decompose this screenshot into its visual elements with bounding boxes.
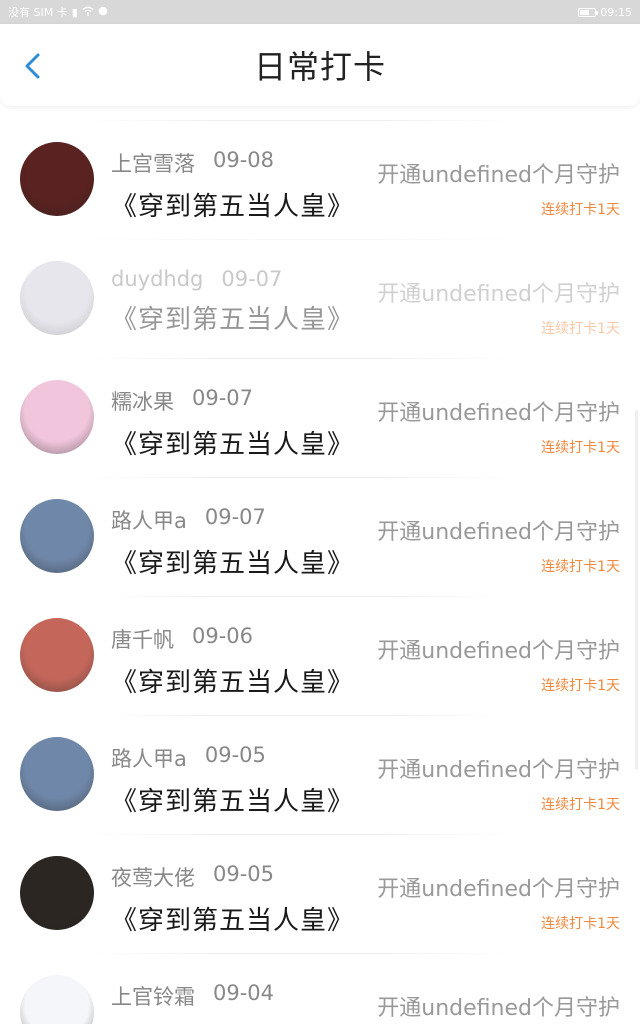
record-info: 上宫雪落 09-08 《穿到第五当人皇》 xyxy=(111,142,377,223)
checkin-row[interactable]: 路人甲a 09-07 《穿到第五当人皇》 开通undefined个月守护连续打卡1天 xyxy=(0,477,640,596)
checkin-row[interactable]: 糯冰果 09-07 《穿到第五当人皇》 开通undefined个月守护连续打卡1天 xyxy=(0,358,640,477)
checkin-row[interactable]: 路人甲a 09-05 《穿到第五当人皇》 开通undefined个月守护连续打卡1天 xyxy=(0,715,640,834)
record-status: 开通undefined个月守护连续打卡1天 xyxy=(377,975,620,1024)
book-title[interactable]: 《穿到第五当人皇》 xyxy=(111,900,377,937)
status-left: 没有 SIM 卡 ▮ xyxy=(8,4,108,20)
record-status: 开通undefined个月守护连续打卡1天 xyxy=(377,380,620,457)
carrier-text: 没有 SIM 卡 xyxy=(8,6,68,19)
checkin-date: 09-06 xyxy=(192,624,254,648)
scrollbar[interactable] xyxy=(635,410,638,770)
user-name[interactable]: 路人甲a xyxy=(111,743,187,773)
checkin-row[interactable]: 夜莺大佬 09-05 《穿到第五当人皇》 开通undefined个月守护连续打卡1天 xyxy=(0,834,640,953)
header-bar: 日常打卡 xyxy=(0,24,640,106)
battery-icon xyxy=(578,7,599,17)
record-meta: 上宫雪落 09-08 xyxy=(111,148,377,178)
network-icon xyxy=(98,6,108,19)
guard-text: 开通undefined个月守护 xyxy=(377,282,620,307)
user-name[interactable]: 上官铃霜 xyxy=(111,981,195,1011)
record-status: 开通undefined个月守护连续打卡1天 xyxy=(377,856,620,933)
guard-text: 开通undefined个月守护 xyxy=(377,163,620,188)
record-info: 路人甲a 09-05 《穿到第五当人皇》 xyxy=(111,737,377,818)
book-title[interactable]: 《穿到第五当人皇》 xyxy=(111,781,377,818)
streak-badge: 连续打卡1天 xyxy=(541,440,620,456)
record-meta: 路人甲a 09-05 xyxy=(111,743,377,773)
streak-badge: 连续打卡1天 xyxy=(541,559,620,575)
avatar[interactable] xyxy=(20,380,94,454)
checkin-list: 上宫雪落 09-08 《穿到第五当人皇》 开通undefined个月守护 连续打卡1天 d… xyxy=(0,106,640,1024)
status-bar: 没有 SIM 卡 ▮ 09:15 xyxy=(0,0,640,24)
record-info: 上官铃霜 09-04 《穿到第五当人皇》 xyxy=(111,975,377,1024)
user-name[interactable]: 路人甲a xyxy=(111,505,187,535)
page-title: 日常打卡 xyxy=(253,48,386,86)
record-meta: duydhdg 09-07 xyxy=(111,267,377,291)
checkin-date: 09-07 xyxy=(204,505,266,529)
record-info: 糯冰果 09-07 《穿到第五当人皇》 xyxy=(111,380,377,461)
checkin-date: 09-07 xyxy=(192,386,254,410)
guard-text: 开通undefined个月守护 xyxy=(377,758,620,783)
record-status: 开通undefined个月守护连续打卡1天 xyxy=(377,142,620,219)
streak-badge: 连续打卡1天 xyxy=(541,321,620,337)
streak-badge: 连续打卡1天 xyxy=(541,916,620,932)
chevron-left-icon xyxy=(25,53,40,79)
guard-text: 开通undefined个月守护 xyxy=(377,996,620,1021)
book-title[interactable]: 《穿到第五当人皇》 xyxy=(111,543,377,580)
clock-text: 09:15 xyxy=(600,5,632,19)
guard-text: 开通undefined个月守护 xyxy=(377,520,620,545)
wifi-icon xyxy=(82,6,94,19)
book-title[interactable]: 《穿到第五当人皇》 xyxy=(111,186,377,223)
streak-badge: 连续打卡1天 xyxy=(541,202,620,218)
book-title[interactable]: 《穿到第五当人皇》 xyxy=(111,662,377,699)
record-meta: 夜莺大佬 09-05 xyxy=(111,862,377,892)
checkin-row[interactable]: duydhdg 09-07 《穿到第五当人皇》 开通undefined个月守护连续打卡… xyxy=(0,239,640,358)
guard-text: 开通undefined个月守护 xyxy=(377,877,620,902)
record-meta: 唐千帆 09-06 xyxy=(111,624,377,654)
streak-badge: 连续打卡1天 xyxy=(541,678,620,694)
user-name[interactable]: 上宫雪落 xyxy=(111,148,195,178)
record-status: 开通undefined个月守护连续打卡1天 xyxy=(377,261,620,338)
record-info: 路人甲a 09-07 《穿到第五当人皇》 xyxy=(111,499,377,580)
checkin-date: 09-07 xyxy=(221,267,283,291)
streak-badge: 连续打卡1天 xyxy=(541,797,620,813)
checkin-row[interactable]: 上宫雪落 09-08 《穿到第五当人皇》 开通undefined个月守护连续打卡1天 xyxy=(0,120,640,239)
avatar[interactable] xyxy=(20,261,94,335)
checkin-date: 09-04 xyxy=(213,981,275,1005)
record-status: 开通undefined个月守护连续打卡1天 xyxy=(377,499,620,576)
record-meta: 糯冰果 09-07 xyxy=(111,386,377,416)
avatar[interactable] xyxy=(20,499,94,573)
record-info: 夜莺大佬 09-05 《穿到第五当人皇》 xyxy=(111,856,377,937)
checkin-row[interactable]: 唐千帆 09-06 《穿到第五当人皇》 开通undefined个月守护连续打卡1天 xyxy=(0,596,640,715)
record-status: 开通undefined个月守护连续打卡1天 xyxy=(377,737,620,814)
user-name[interactable]: 夜莺大佬 xyxy=(111,862,195,892)
record-info: 唐千帆 09-06 《穿到第五当人皇》 xyxy=(111,618,377,699)
checkin-date: 09-05 xyxy=(213,862,275,886)
user-name[interactable]: 唐千帆 xyxy=(111,624,174,654)
checkin-date: 09-05 xyxy=(204,743,266,767)
avatar[interactable] xyxy=(20,975,94,1024)
user-name[interactable]: duydhdg xyxy=(111,267,203,291)
avatar[interactable] xyxy=(20,856,94,930)
user-name[interactable]: 糯冰果 xyxy=(111,386,174,416)
record-meta: 路人甲a 09-07 xyxy=(111,505,377,535)
record-info: duydhdg 09-07 《穿到第五当人皇》 xyxy=(111,261,377,336)
book-title[interactable]: 《穿到第五当人皇》 xyxy=(111,299,377,336)
guard-text: 开通undefined个月守护 xyxy=(377,639,620,664)
avatar[interactable] xyxy=(20,142,94,216)
back-button[interactable] xyxy=(20,52,48,80)
checkin-row[interactable]: 上官铃霜 09-04 《穿到第五当人皇》开通undefined个月守护连续打卡1天 xyxy=(0,953,640,1024)
sim-icon: ▮ xyxy=(71,5,78,19)
guard-text: 开通undefined个月守护 xyxy=(377,401,620,426)
checkin-date: 09-08 xyxy=(213,148,275,172)
avatar[interactable] xyxy=(20,737,94,811)
book-title[interactable]: 《穿到第五当人皇》 xyxy=(111,424,377,461)
book-title[interactable]: 《穿到第五当人皇》 xyxy=(111,1019,377,1024)
status-right: 09:15 xyxy=(578,6,632,19)
record-meta: 上官铃霜 09-04 xyxy=(111,981,377,1011)
record-status: 开通undefined个月守护连续打卡1天 xyxy=(377,618,620,695)
avatar[interactable] xyxy=(20,618,94,692)
